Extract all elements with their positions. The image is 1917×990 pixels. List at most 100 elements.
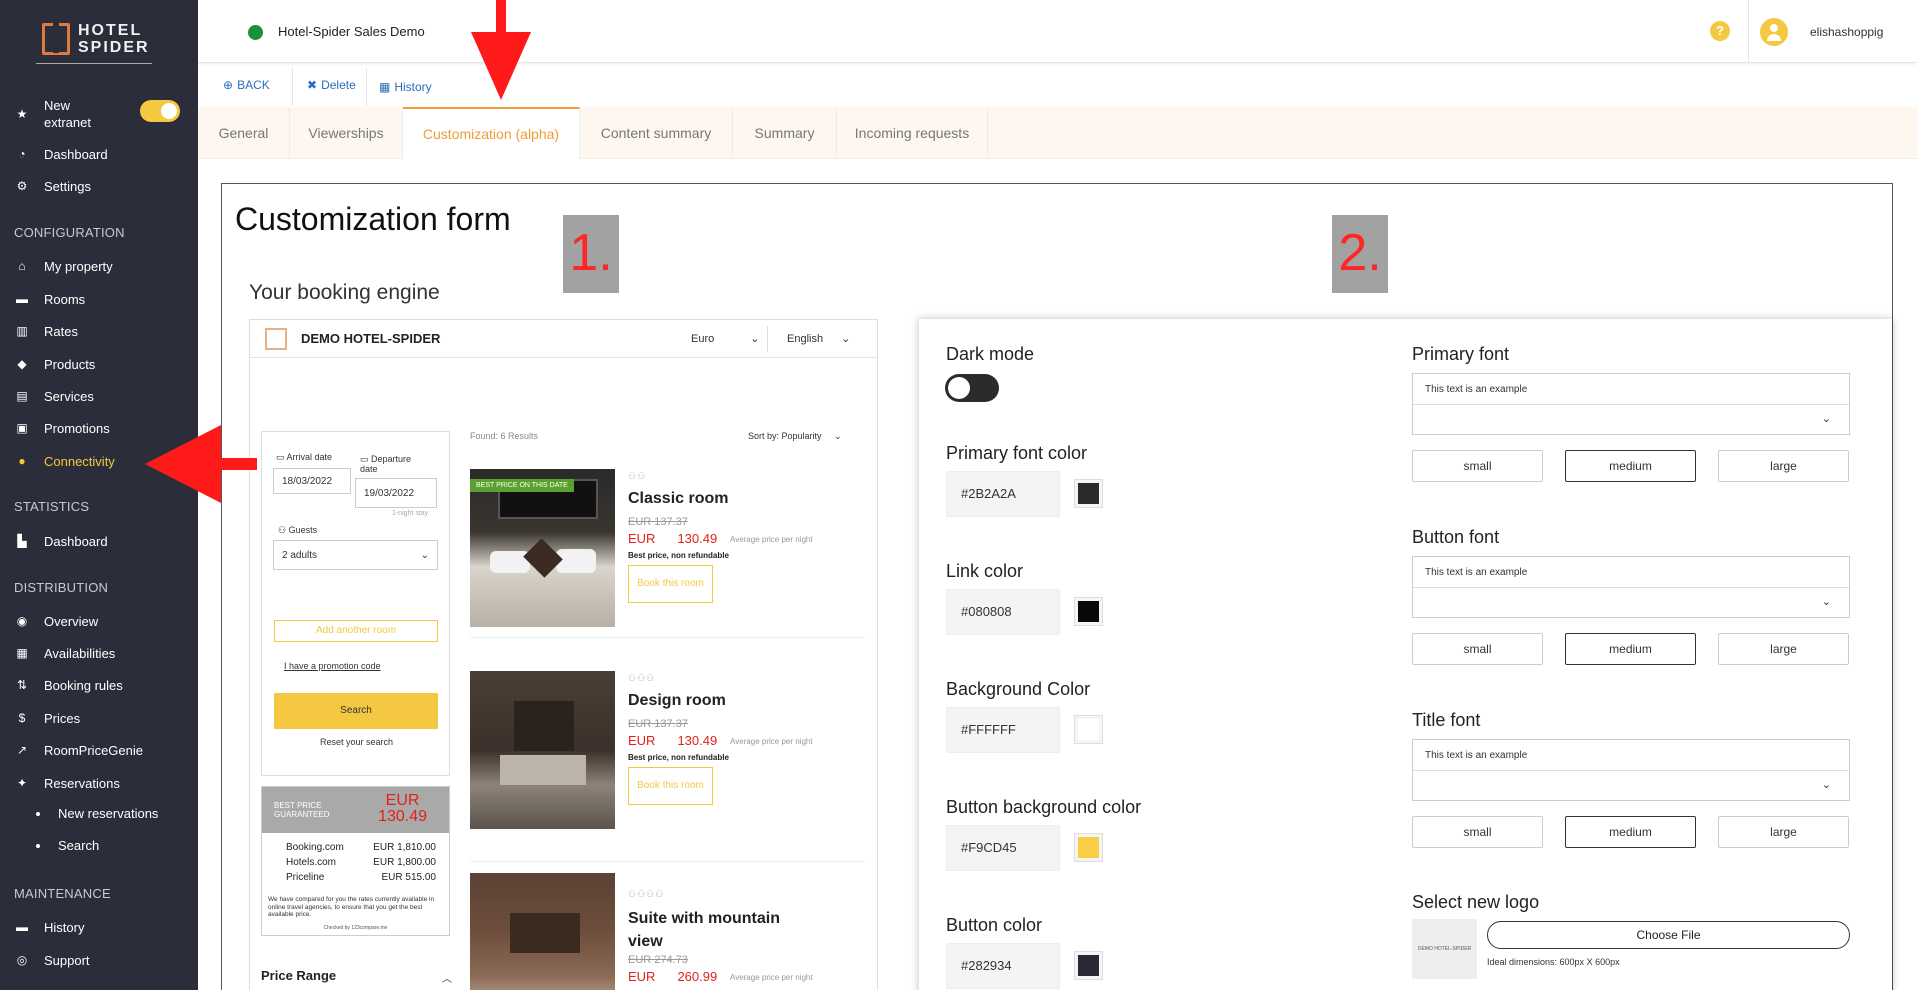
choose-file-button[interactable]: Choose File	[1487, 921, 1850, 949]
button-color-input[interactable]: #282934	[946, 943, 1060, 989]
arrival-date-input[interactable]: 18/03/2022	[273, 468, 351, 494]
tab-general[interactable]: General	[198, 107, 290, 159]
sidebar-item-settings[interactable]: ⚙ Settings	[14, 176, 91, 196]
chevron-up-icon[interactable]: ︿	[442, 970, 452, 985]
room-image[interactable]	[470, 671, 615, 829]
currency-value: Euro	[691, 333, 715, 345]
room-price: EUR 260.99	[628, 969, 717, 984]
add-room-button[interactable]: Add another room	[274, 620, 438, 642]
annotation-arrow-left-icon	[145, 425, 257, 503]
sidebar-item-rates[interactable]: ▥ Rates	[14, 321, 78, 341]
distribution-header: DISTRIBUTION	[14, 580, 109, 595]
delete-button[interactable]: ✖ Delete	[307, 78, 356, 92]
link-color-input[interactable]: #080808	[946, 589, 1060, 635]
primary-font-select[interactable]: This text is an example ⌄	[1412, 373, 1850, 435]
sidebar-item-roompricegenie[interactable]: ↗ RoomPriceGenie	[14, 740, 143, 760]
checked-by: Checked by 123compare.me	[323, 925, 388, 931]
sidebar-subitem-label: Search	[58, 838, 100, 853]
sidebar-item-dashboard[interactable]: ◔ Dashboard	[14, 144, 107, 164]
sidebar-item-booking-rules[interactable]: ⇅ Booking rules	[14, 675, 123, 695]
sidebar-item-label: Reservations	[44, 775, 120, 791]
dark-mode-toggle[interactable]	[945, 374, 999, 402]
sidebar-item-history[interactable]: ▬ History	[14, 917, 84, 937]
history-button[interactable]: ▦ History	[379, 80, 432, 94]
sidebar-subitem-new-reservations[interactable]: New reservations	[36, 806, 158, 821]
sidebar-item-availabilities[interactable]: ▦ Availabilities	[14, 643, 115, 663]
reset-search-link[interactable]: Reset your search	[262, 737, 451, 747]
button-bg-color-input[interactable]: #F9CD45	[946, 825, 1060, 871]
background-color-swatch[interactable]	[1074, 715, 1103, 744]
top-bar: Hotel-Spider Sales Demo ? elishashoppig	[198, 0, 1917, 63]
book-room-button[interactable]: Book this room	[628, 565, 713, 603]
title-font-select[interactable]: This text is an example ⌄	[1412, 739, 1850, 801]
divider	[366, 68, 367, 106]
sidebar-item-products[interactable]: ◆ Products	[14, 354, 95, 374]
sidebar-item-support[interactable]: ◎ Support	[14, 950, 90, 970]
book-room-button[interactable]: Book this room	[628, 767, 713, 805]
currency-select[interactable]: Euro ⌄	[691, 332, 759, 345]
chevron-down-icon: ⌄	[834, 431, 842, 441]
sidebar-item-connectivity[interactable]: ● Connectivity	[14, 451, 115, 471]
compare-note: We have compared for you the rates curre…	[268, 896, 435, 918]
hotel-spider-logo[interactable]: HOTEL SPIDER	[42, 14, 152, 64]
divider	[1413, 770, 1849, 771]
sidebar-item-stats-dashboard[interactable]: ▙ Dashboard	[14, 531, 107, 551]
button-bg-color-swatch[interactable]	[1074, 833, 1103, 862]
tab-customization[interactable]: Customization (alpha)	[403, 107, 580, 159]
guests-select[interactable]: 2 adults ⌄	[273, 540, 438, 570]
username[interactable]: elishashoppig	[1810, 25, 1883, 39]
button-font-size-small[interactable]: small	[1412, 633, 1543, 665]
promo-code-link[interactable]: I have a promotion code	[284, 661, 381, 671]
primary-font-size-large[interactable]: large	[1718, 450, 1849, 482]
sidebar-item-rooms[interactable]: ▬ Rooms	[14, 289, 85, 309]
avatar[interactable]	[1760, 18, 1788, 46]
primary-font-color-input[interactable]: #2B2A2A	[946, 471, 1060, 517]
new-extranet-toggle[interactable]	[140, 100, 180, 122]
sidebar-item-new-extranet: ★ New extranet	[14, 97, 104, 131]
compare-row: Booking.com EUR 1,810.00	[286, 842, 436, 853]
sidebar-item-label: Booking rules	[44, 677, 123, 693]
background-color-input[interactable]: #FFFFFF	[946, 707, 1060, 753]
annotation-marker-2: 2.	[1332, 215, 1388, 293]
primary-font-size-small[interactable]: small	[1412, 450, 1543, 482]
globe-icon: ●	[18, 454, 26, 468]
tab-summary[interactable]: Summary	[733, 107, 837, 159]
tab-viewerships[interactable]: Viewerships	[290, 107, 403, 159]
room-rate-note: Best price, non refundable	[628, 753, 729, 762]
room-image[interactable]: BEST PRICE ON THIS DATE	[470, 469, 615, 627]
primary-font-size-medium[interactable]: medium	[1565, 450, 1696, 482]
price-range-title[interactable]: Price Range	[261, 968, 336, 983]
button-font-size-medium[interactable]: medium	[1565, 633, 1696, 665]
sidebar-item-reservations[interactable]: ✦ Reservations	[14, 773, 120, 793]
tab-content-summary[interactable]: Content summary	[580, 107, 733, 159]
sidebar-item-label: Connectivity	[44, 453, 115, 469]
departure-date-input[interactable]: 19/03/2022	[355, 478, 437, 508]
sidebar-item-promotions[interactable]: ▣ Promotions	[14, 418, 109, 438]
hotel-name[interactable]: Hotel-Spider Sales Demo	[278, 24, 425, 39]
primary-font-color-swatch[interactable]	[1074, 479, 1103, 508]
sidebar-item-overview[interactable]: ◉ Overview	[14, 611, 98, 631]
sidebar-item-prices[interactable]: $ Prices	[14, 708, 80, 728]
button-font-select[interactable]: This text is an example ⌄	[1412, 556, 1850, 618]
language-select[interactable]: English ⌄	[787, 332, 850, 345]
sort-select[interactable]: Sort by: Popularity ⌄	[748, 431, 842, 442]
tab-incoming-requests[interactable]: Incoming requests	[837, 107, 988, 159]
booking-engine-title: Your booking engine	[249, 281, 440, 304]
sidebar-item-label: RoomPriceGenie	[44, 742, 143, 758]
logo-text: HOTEL SPIDER	[78, 22, 150, 56]
help-icon[interactable]: ?	[1710, 21, 1730, 41]
bullet-icon	[36, 843, 40, 848]
back-button[interactable]: ⊕ BACK	[223, 78, 270, 92]
sidebar-item-services[interactable]: ▤ Services	[14, 386, 94, 406]
sidebar-subitem-search[interactable]: Search	[36, 838, 99, 853]
button-color-swatch[interactable]	[1074, 951, 1103, 980]
search-button[interactable]: Search	[274, 693, 438, 729]
sidebar-item-my-property[interactable]: ⌂ My property	[14, 256, 112, 276]
room-image[interactable]	[470, 873, 615, 990]
title-font-size-small[interactable]: small	[1412, 816, 1543, 848]
button-font-size-large[interactable]: large	[1718, 633, 1849, 665]
title-font-size-medium[interactable]: medium	[1565, 816, 1696, 848]
logo-thumbnail: DEMO HOTEL-SPIDER	[1412, 919, 1477, 979]
link-color-swatch[interactable]	[1074, 597, 1103, 626]
title-font-size-large[interactable]: large	[1718, 816, 1849, 848]
